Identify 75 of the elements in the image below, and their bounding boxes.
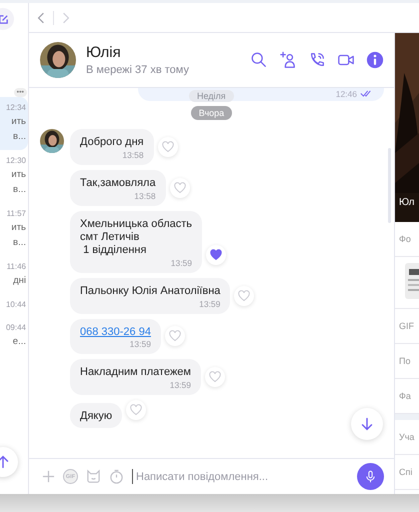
- voice-message-button[interactable]: [357, 463, 384, 490]
- message-text: Хмельницька область смт Летичів 1 відділення: [80, 218, 192, 257]
- info-section[interactable]: Спі: [395, 455, 419, 490]
- date-label: Неділя: [189, 90, 234, 102]
- chat-time: 10:44: [6, 300, 26, 309]
- contact-status: В мережі 37 хв тому: [86, 64, 190, 76]
- phone-link[interactable]: 068 330-26 94: [80, 326, 151, 338]
- chat-list-item[interactable]: 11:57 ить в...: [0, 203, 28, 256]
- message-time: 13:59: [130, 339, 151, 349]
- heart-icon: [160, 140, 175, 154]
- info-icon: [366, 51, 384, 69]
- chat-list-item[interactable]: 09:44 е...: [0, 317, 28, 355]
- cat-icon: [86, 469, 101, 484]
- chat-list-item[interactable]: 11:46 дні: [0, 256, 28, 294]
- heart-icon: [208, 370, 222, 384]
- info-button[interactable]: [366, 51, 384, 69]
- message-time: 13:59: [170, 258, 192, 268]
- chat-time: 11:46: [6, 262, 26, 271]
- call-button[interactable]: [308, 51, 326, 69]
- chat-preview: ить: [11, 116, 26, 127]
- plus-icon: [42, 470, 55, 483]
- add-person-icon: [279, 51, 297, 69]
- photo-caption: Юл: [399, 197, 414, 208]
- chat-preview: в...: [13, 131, 26, 142]
- message-text: Так,замовляла: [80, 177, 156, 190]
- message-time: 13:58: [122, 150, 144, 160]
- heart-icon: [129, 403, 144, 417]
- chat-time: 12:30: [6, 156, 26, 165]
- scroll-down-button[interactable]: [351, 408, 383, 440]
- message-input[interactable]: Написати повідомлення...: [132, 469, 349, 484]
- chat-list-item[interactable]: 12:30 ить в...: [0, 150, 28, 203]
- search-icon: [250, 51, 268, 69]
- info-section[interactable]: GIF: [395, 309, 419, 344]
- info-section[interactable]: Уча: [395, 420, 419, 455]
- message-text: Дякую: [80, 410, 112, 423]
- message-text: Пальонку Юлія Анатоліївна: [80, 285, 220, 298]
- chevron-right-icon: [62, 12, 70, 24]
- attach-button[interactable]: [42, 470, 55, 483]
- chat-preview: ить: [11, 169, 26, 180]
- chat-preview: е...: [12, 336, 26, 347]
- message-time: 13:59: [170, 380, 191, 390]
- chat-list-item[interactable]: 10:44: [0, 294, 28, 317]
- heart-icon: [237, 289, 252, 303]
- date-separator: Вчора: [190, 106, 232, 120]
- sticker-button[interactable]: [86, 469, 101, 484]
- like-button[interactable]: [206, 245, 226, 265]
- message-text: Накладним платежем: [80, 366, 191, 379]
- chat-time: 12:34: [6, 103, 26, 112]
- chat-time: 11:57: [6, 209, 26, 218]
- chat-time: 09:44: [6, 323, 26, 332]
- search-button[interactable]: [250, 51, 268, 69]
- info-section[interactable]: Фо: [395, 222, 419, 257]
- chat-preview: в...: [13, 237, 26, 248]
- contact-name: Юлія: [86, 44, 122, 61]
- microphone-icon: [364, 470, 377, 483]
- message-time: 13:59: [199, 299, 220, 309]
- phone-icon: [308, 51, 326, 69]
- add-participant-button[interactable]: [279, 51, 297, 69]
- pencil-icon: [0, 14, 8, 24]
- forward-button[interactable]: [62, 12, 70, 24]
- heart-icon: [209, 248, 224, 262]
- info-section[interactable]: По: [395, 344, 419, 379]
- chat-preview: ить: [11, 222, 26, 233]
- message-time: 12:46: [336, 88, 357, 98]
- timer-button[interactable]: [109, 469, 124, 484]
- heart-icon: [168, 329, 182, 343]
- back-button[interactable]: [37, 12, 45, 24]
- chevron-left-icon: [37, 12, 45, 24]
- chat-preview: дні: [13, 275, 26, 286]
- message-time: 13:58: [134, 191, 156, 201]
- message-text: Доброго дня: [80, 136, 144, 149]
- chat-list-item[interactable]: 12:34 ить в...: [0, 97, 28, 150]
- stopwatch-icon: [109, 469, 124, 484]
- chat-preview: в...: [13, 184, 26, 195]
- heart-icon: [172, 181, 187, 195]
